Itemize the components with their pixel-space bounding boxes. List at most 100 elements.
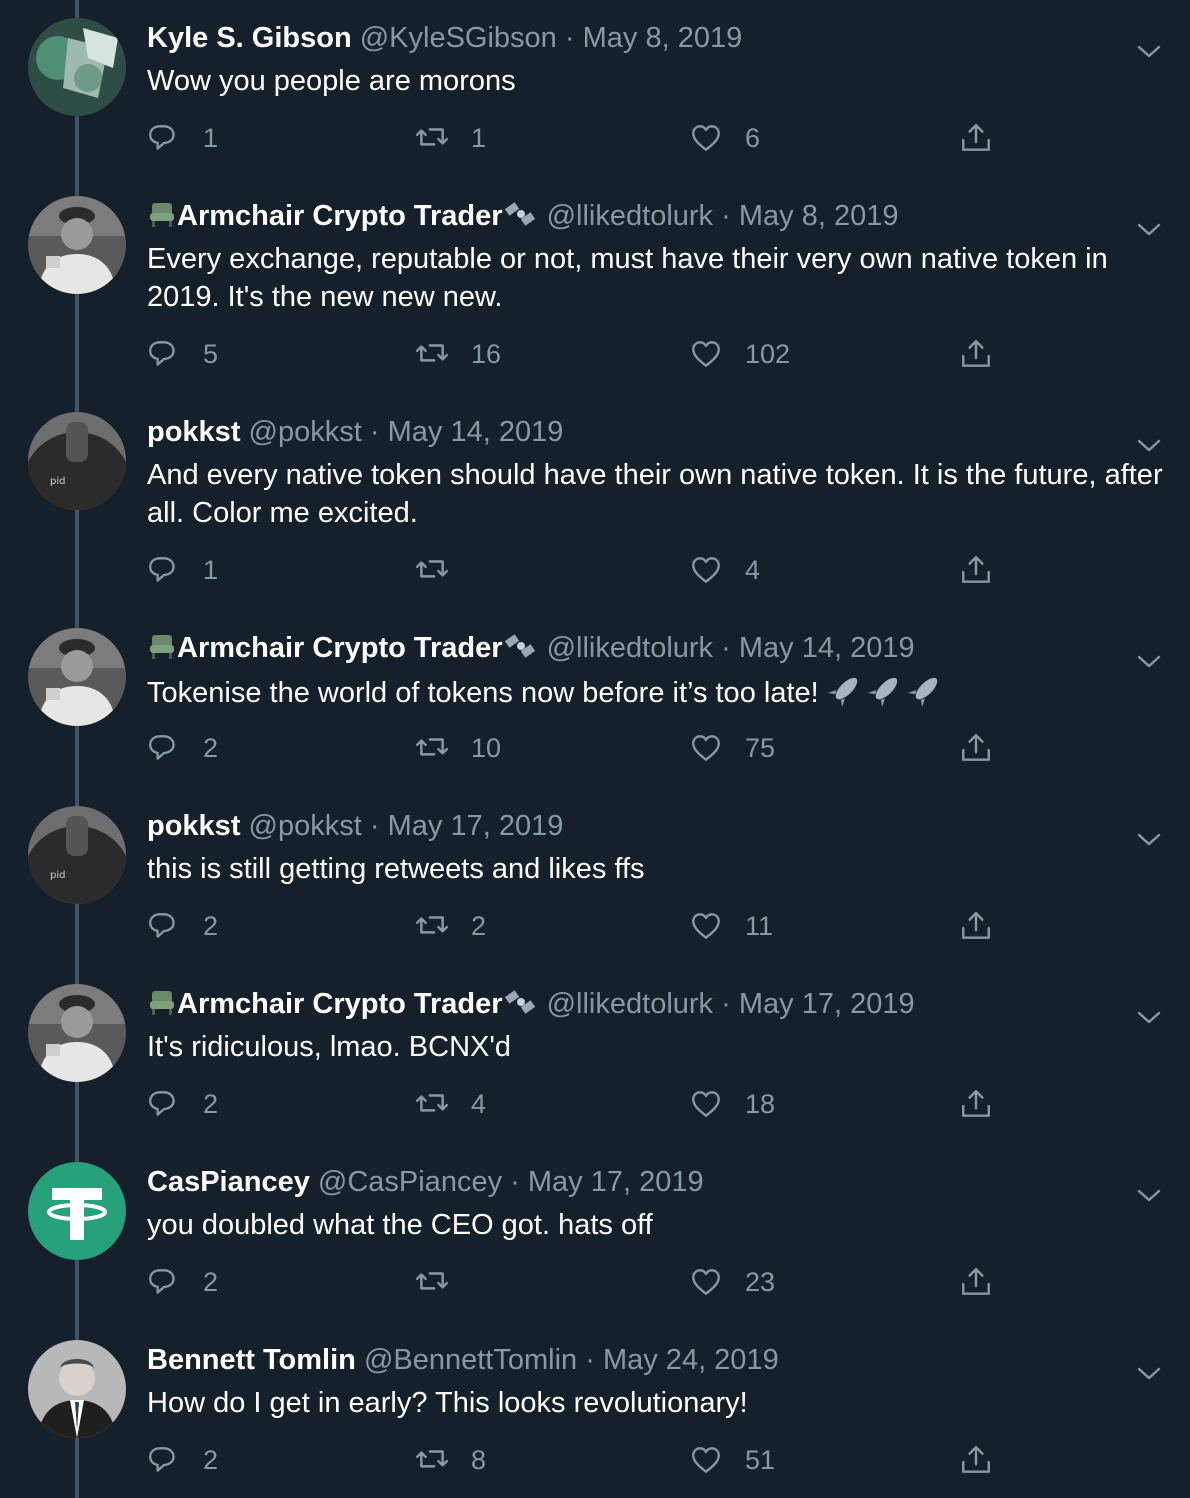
- like-button[interactable]: 6: [689, 118, 760, 158]
- tweet-header: CasPiancey @CasPiancey · May 17, 2019: [147, 1164, 1130, 1200]
- reply-button[interactable]: 5: [147, 334, 218, 374]
- chair-emoji-icon: [147, 631, 177, 670]
- share-button[interactable]: [959, 550, 993, 590]
- chevron-down-icon[interactable]: [1136, 1010, 1162, 1026]
- reply-icon: [149, 1447, 175, 1472]
- reply-button[interactable]: 2: [147, 1084, 218, 1124]
- user-handle[interactable]: @pokkst: [249, 416, 362, 448]
- tweet-header: Armchair Crypto Trader @llikedtolurk · M…: [147, 630, 1130, 670]
- reply-button[interactable]: 2: [147, 1440, 218, 1480]
- avatar[interactable]: [28, 1340, 126, 1438]
- like-count: 4: [745, 554, 761, 585]
- retweet-button[interactable]: 8: [415, 1440, 486, 1480]
- display-name[interactable]: Armchair Crypto Trader: [177, 988, 503, 1020]
- separator: ·: [585, 1344, 595, 1376]
- like-button[interactable]: 51: [689, 1440, 775, 1480]
- chevron-down-icon[interactable]: [1136, 832, 1162, 848]
- tweet-text-row: Tokenise the world of tokens now before …: [147, 672, 1177, 718]
- chair-emoji-icon: [147, 199, 177, 238]
- reply-button[interactable]: 1: [147, 550, 218, 590]
- share-button[interactable]: [959, 118, 993, 158]
- retweet-button[interactable]: 10: [415, 728, 501, 768]
- tweet-header: pokkst @pokkst · May 14, 2019: [147, 414, 1130, 450]
- chevron-down-icon[interactable]: [1136, 1366, 1162, 1382]
- tweet-date[interactable]: May 17, 2019: [528, 1166, 704, 1198]
- heart-icon: [692, 557, 720, 583]
- retweet-button[interactable]: 4: [415, 1084, 486, 1124]
- display-name[interactable]: Armchair Crypto Trader: [177, 632, 503, 664]
- like-button[interactable]: 11: [689, 906, 773, 946]
- share-button[interactable]: [959, 1084, 993, 1124]
- chevron-down-icon[interactable]: [1136, 44, 1162, 60]
- display-name[interactable]: Bennett Tomlin: [147, 1344, 356, 1376]
- separator: ·: [721, 988, 731, 1020]
- retweet-button[interactable]: [415, 550, 471, 590]
- tweet-date[interactable]: May 17, 2019: [388, 810, 564, 842]
- avatar[interactable]: [28, 412, 126, 510]
- retweet-button[interactable]: 16: [415, 334, 501, 374]
- like-button[interactable]: 75: [689, 728, 775, 768]
- reply-icon: [149, 1269, 175, 1294]
- share-button[interactable]: [959, 1262, 993, 1302]
- share-button[interactable]: [959, 906, 993, 946]
- retweet-button[interactable]: 1: [415, 118, 486, 158]
- reply-button[interactable]: 2: [147, 906, 218, 946]
- tweet-date[interactable]: May 17, 2019: [739, 988, 915, 1020]
- tweet-text: And every native token should have their…: [147, 459, 1163, 529]
- user-handle[interactable]: @BennettTomlin: [364, 1344, 577, 1376]
- display-name[interactable]: pokkst: [147, 416, 240, 448]
- display-name[interactable]: pokkst: [147, 810, 240, 842]
- retweet-button[interactable]: 2: [415, 906, 486, 946]
- chevron-down-icon[interactable]: [1136, 1188, 1162, 1204]
- avatar[interactable]: [28, 806, 126, 904]
- share-button[interactable]: [959, 1440, 993, 1480]
- share-icon: [962, 340, 990, 367]
- chevron-down-icon[interactable]: [1136, 222, 1162, 238]
- tweet-date[interactable]: May 8, 2019: [739, 200, 899, 232]
- retweet-count: 8: [471, 1444, 487, 1475]
- chevron-down-icon[interactable]: [1136, 438, 1162, 454]
- user-handle[interactable]: @CasPiancey: [318, 1166, 502, 1198]
- user-handle[interactable]: @KyleSGibson: [360, 22, 557, 54]
- tweet-date[interactable]: May 8, 2019: [583, 22, 743, 54]
- avatar[interactable]: [28, 1162, 126, 1260]
- reply-count: 1: [203, 122, 219, 153]
- share-button[interactable]: [959, 334, 993, 374]
- tweet-text: Wow you people are morons: [147, 65, 516, 97]
- tweet-text: It's ridiculous, lmao. BCNX'd: [147, 1031, 512, 1063]
- reply-icon: [149, 341, 175, 366]
- reply-button[interactable]: 2: [147, 1262, 218, 1302]
- satellite-emoji-icon: [503, 631, 539, 670]
- avatar[interactable]: [28, 196, 126, 294]
- tweet-date[interactable]: May 14, 2019: [739, 632, 915, 664]
- display-name[interactable]: Armchair Crypto Trader: [177, 200, 503, 232]
- avatar[interactable]: [28, 628, 126, 726]
- display-name[interactable]: CasPiancey: [147, 1166, 310, 1198]
- tweet-actions: 2 4 18: [147, 1084, 1007, 1124]
- reply-button[interactable]: 1: [147, 118, 218, 158]
- heart-icon: [692, 1269, 720, 1295]
- chevron-down-icon[interactable]: [1136, 654, 1162, 670]
- avatar[interactable]: [28, 18, 126, 116]
- like-count: 51: [745, 1444, 776, 1475]
- share-button[interactable]: [959, 728, 993, 768]
- user-handle[interactable]: @llikedtolurk: [547, 632, 713, 664]
- avatar[interactable]: [28, 984, 126, 1082]
- user-handle[interactable]: @llikedtolurk: [547, 200, 713, 232]
- retweet-button[interactable]: [415, 1262, 471, 1302]
- like-button[interactable]: 4: [689, 550, 760, 590]
- tweet-date[interactable]: May 14, 2019: [388, 416, 564, 448]
- retweet-icon: [415, 1450, 449, 1468]
- user-handle[interactable]: @llikedtolurk: [547, 988, 713, 1020]
- user-handle[interactable]: @pokkst: [249, 810, 362, 842]
- like-button[interactable]: 102: [689, 334, 790, 374]
- reply-button[interactable]: 2: [147, 728, 218, 768]
- reply-count: 2: [203, 1444, 219, 1475]
- like-button[interactable]: 23: [689, 1262, 775, 1302]
- heart-icon: [692, 913, 720, 939]
- satellite-emoji-icon: [503, 987, 539, 1026]
- like-button[interactable]: 18: [689, 1084, 775, 1124]
- tweet-date[interactable]: May 24, 2019: [603, 1344, 779, 1376]
- retweet-icon: [415, 344, 449, 362]
- display-name[interactable]: Kyle S. Gibson: [147, 22, 352, 54]
